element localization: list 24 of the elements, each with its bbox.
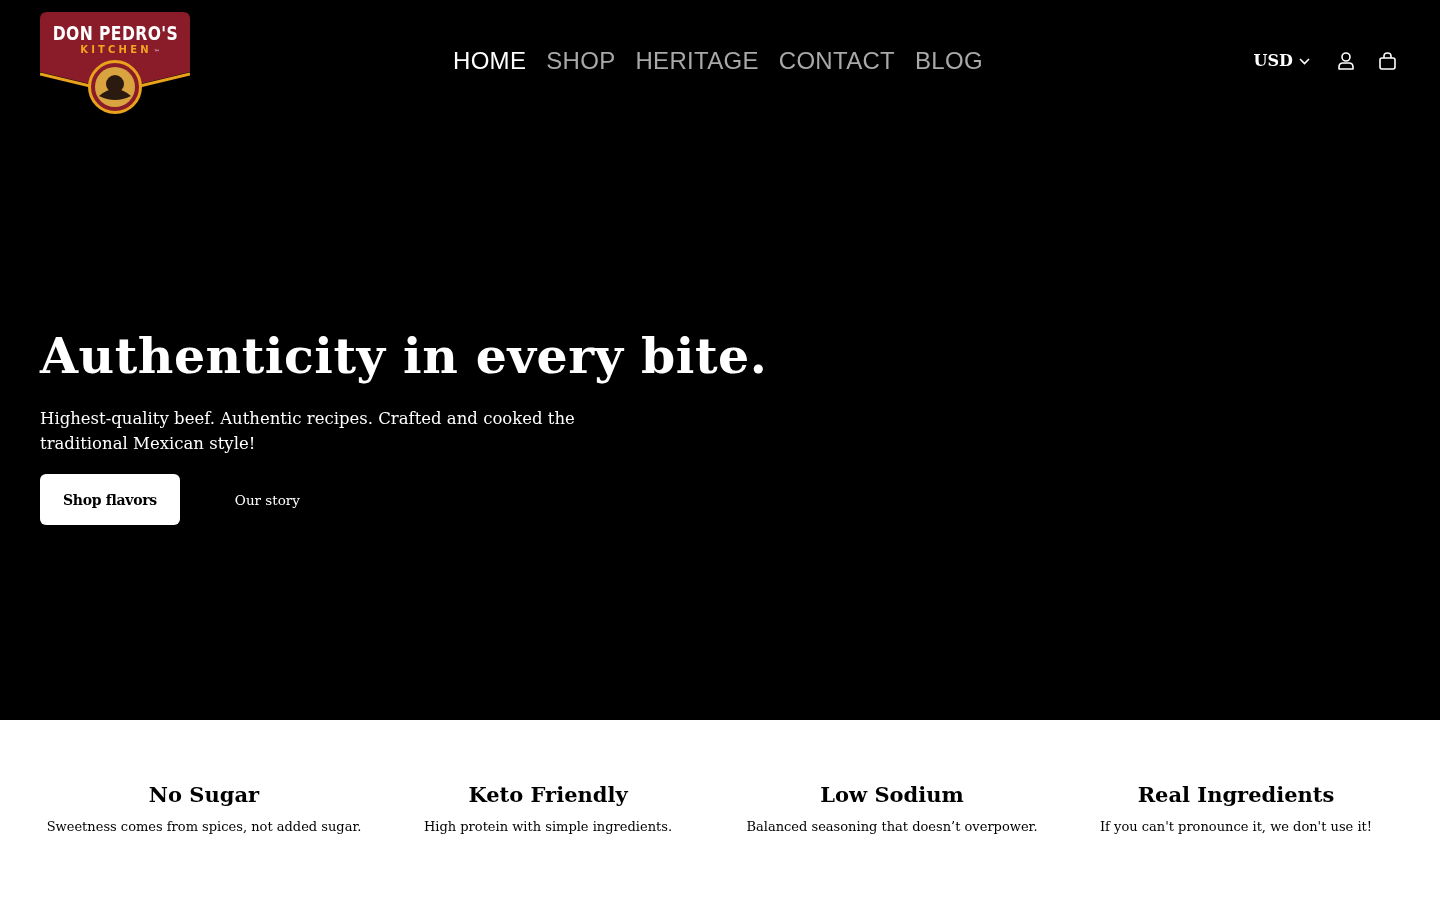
feature-text: High protein with simple ingredients.: [423, 818, 673, 836]
feature-title: Real Ingredients: [1137, 781, 1335, 809]
nav-link[interactable]: BLOG: [915, 46, 983, 76]
feature-text: If you can't pronounce it, we don't use it!: [1100, 818, 1372, 836]
feature-title: Keto Friendly: [468, 781, 628, 809]
hero-heading: Authenticity in every bite.: [40, 326, 768, 386]
story-link[interactable]: Our story: [234, 489, 300, 510]
feature-title: No Sugar: [148, 781, 260, 809]
shopping-bag-icon[interactable]: [1379, 52, 1396, 70]
shop-button[interactable]: Shop flavors: [40, 474, 180, 525]
caret-icon: [1299, 57, 1310, 65]
nav-link[interactable]: SHOP: [546, 46, 616, 76]
user-icon[interactable]: [1338, 52, 1354, 70]
logo-title: DON PEDRO'S: [52, 23, 178, 43]
nav-link[interactable]: HOME: [453, 46, 527, 76]
feature-text: Balanced seasoning that doesn’t overpower.: [746, 818, 1038, 836]
currency-selector[interactable]: USD: [1253, 49, 1310, 73]
logo-subtitle: KITCHEN: [80, 44, 152, 56]
feature-title: Low Sodium: [820, 781, 964, 809]
nav-link[interactable]: HERITAGE: [635, 46, 759, 76]
feature-text: Sweetness comes from spices, not added sugar.: [46, 818, 362, 836]
medallion-icon: [88, 60, 142, 114]
nav-link[interactable]: CONTACT: [778, 46, 896, 76]
hero-subtitle: Highest-quality beef. Authentic recipes. Crafted and cooked the traditional Mexican style!: [40, 408, 576, 455]
